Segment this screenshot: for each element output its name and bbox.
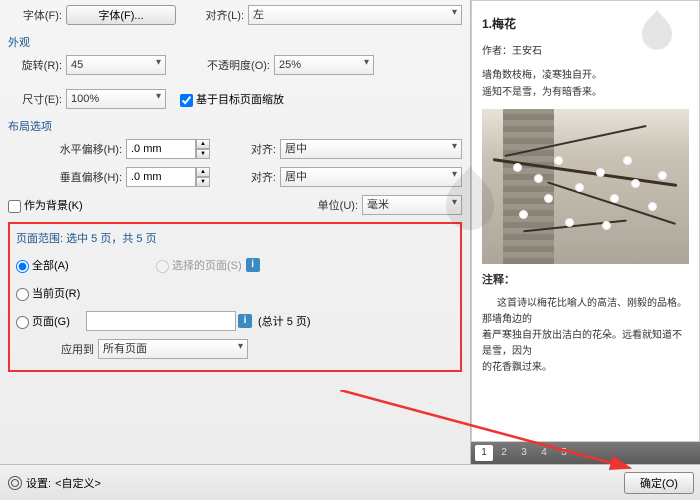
doc-title: 1.梅花 [482,15,689,32]
scale-checkbox[interactable] [180,94,193,107]
opacity-label: 不透明度(O): [166,57,274,73]
unit-select[interactable]: 毫米 [362,195,462,215]
pages-total: (总计 5 页) [258,313,311,329]
poem-line: 遥知不是雪，为有暗香来。 [482,84,689,101]
radio-all[interactable] [16,260,29,273]
halign-select[interactable]: 居中 [280,139,462,159]
halign-label: 对齐: [210,141,280,157]
asbg-checkbox[interactable] [8,200,21,213]
apply-label: 应用到 [16,341,98,357]
asbg-checkbox-label[interactable]: 作为背景(K) [8,197,83,213]
settings-label: 设置: [26,475,51,491]
voffset-label: 垂直偏移(H): [8,169,126,185]
rotate-select[interactable]: 45 [66,55,166,75]
page-thumb[interactable]: 2 [495,445,513,461]
scale-checkbox-label[interactable]: 基于目标页面缩放 [180,91,284,107]
ok-button[interactable]: 确定(O) [624,472,694,494]
gear-icon[interactable] [8,476,22,490]
notes-heading: 注释： [482,274,515,286]
font-button[interactable]: 字体(F)... [66,5,176,25]
page-thumb[interactable]: 5 [555,445,573,461]
valign-label: 对齐: [210,169,280,185]
font-label: 字体(F): [8,7,66,23]
info-icon[interactable]: i [238,314,252,328]
pages-input[interactable] [86,311,236,331]
spin-up[interactable]: ▲ [196,139,210,149]
opacity-select[interactable]: 25% [274,55,374,75]
doc-image [482,109,689,264]
hoffset-input[interactable] [126,139,196,159]
align-select[interactable]: 左 [248,5,462,25]
notes-line: 这首诗以梅花比喻人的高洁、刚毅的品格。那墙角边的 [482,296,689,328]
page-range-box: 页面范围: 选中 5 页，共 5 页 全部(A) 选择的页面(S) i 当前页(… [8,222,462,372]
pager: 1 2 3 4 5 [471,442,700,464]
section-appearance: 外观 [8,34,462,50]
align-label: 对齐(L): [176,7,248,23]
radio-selected [156,260,169,273]
unit-label: 单位(U): [318,197,362,213]
spin-down[interactable]: ▼ [196,177,210,187]
page-thumb[interactable]: 1 [475,445,493,461]
hoffset-spinner[interactable]: ▲▼ [126,139,210,159]
radio-pages[interactable] [16,316,29,329]
spin-down[interactable]: ▼ [196,149,210,159]
size-select[interactable]: 100% [66,89,166,109]
page-thumb[interactable]: 4 [535,445,553,461]
notes-line: 着严寒独自开放出洁白的花朵。远看就知道不是雪，因为 [482,328,689,360]
preview-pane: 1.梅花 作者：王安石 墙角数枝梅，凌寒独自开。 遥知不是雪，为有暗香来。 注释… [471,0,700,442]
radio-selected-label: 选择的页面(S) [156,257,242,273]
footer: 设置: <自定义> 确定(O) [0,464,700,500]
preset-name: <自定义> [55,475,101,491]
voffset-input[interactable] [126,167,196,187]
info-icon[interactable]: i [246,258,260,272]
notes-line: 的花香飘过来。 [482,360,689,376]
radio-current[interactable] [16,288,29,301]
poem-line: 墙角数枝梅，凌寒独自开。 [482,67,689,84]
spin-up[interactable]: ▲ [196,167,210,177]
radio-current-label[interactable]: 当前页(R) [16,285,80,301]
apply-select[interactable]: 所有页面 [98,339,248,359]
section-layout: 布局选项 [8,118,462,134]
size-label: 尺寸(E): [8,91,66,107]
valign-select[interactable]: 居中 [280,167,462,187]
rotate-label: 旋转(R): [8,57,66,73]
hoffset-label: 水平偏移(H): [8,141,126,157]
range-title: 页面范围: 选中 5 页，共 5 页 [16,230,454,246]
doc-author: 作者：王安石 [482,42,689,57]
voffset-spinner[interactable]: ▲▼ [126,167,210,187]
page-thumb[interactable]: 3 [515,445,533,461]
radio-pages-label[interactable]: 页面(G) [16,313,86,329]
radio-all-label[interactable]: 全部(A) [16,257,156,273]
